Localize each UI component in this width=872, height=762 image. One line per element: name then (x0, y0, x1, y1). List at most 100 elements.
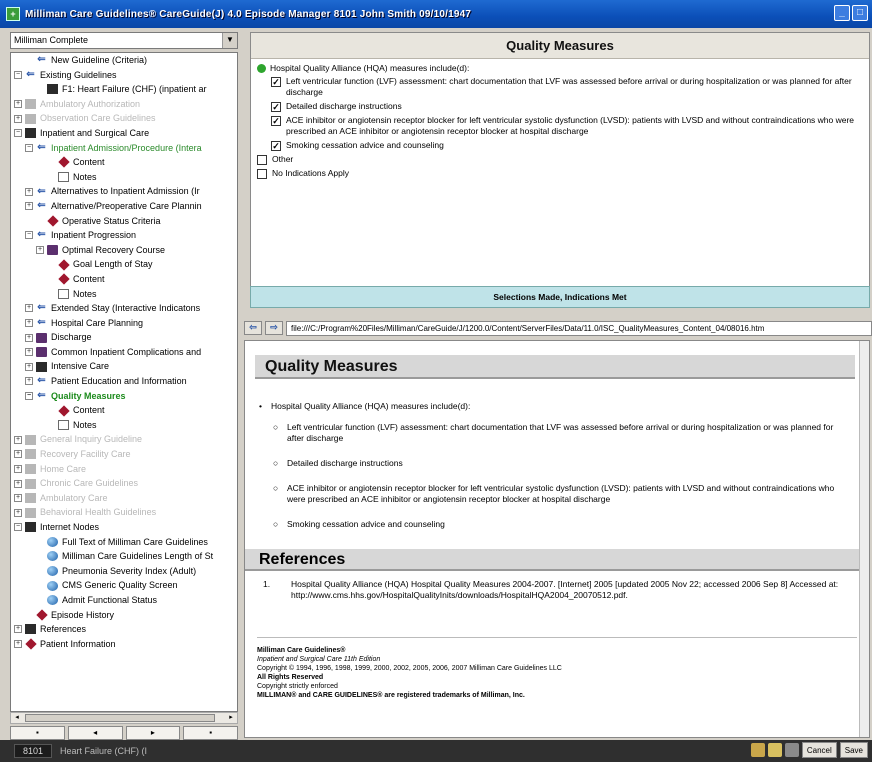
expand-icon[interactable]: + (14, 625, 22, 634)
tree-item-label: Inpatient and Surgical Care (40, 127, 150, 138)
collapse-icon[interactable]: − (25, 391, 33, 400)
tree-item[interactable]: − ⇐ Existing Guidelines (11, 68, 237, 83)
tree-item[interactable]: + Intensive Care (11, 359, 237, 374)
expand-icon[interactable]: + (25, 377, 33, 386)
forward-button[interactable]: ⇨ (265, 321, 283, 335)
expand-icon[interactable]: + (25, 202, 33, 211)
minimize-button[interactable]: _ (834, 5, 850, 21)
scroll-right-icon[interactable]: ▸ (225, 713, 237, 723)
tree-item[interactable]: Content (11, 155, 237, 170)
last-button[interactable]: ▪ (183, 726, 238, 740)
expand-icon[interactable]: + (25, 318, 33, 327)
bullet-icon: • (259, 401, 262, 411)
tree-item[interactable]: Admit Functional Status (11, 593, 237, 608)
previous-button[interactable]: ◂ (67, 726, 123, 740)
tree-item[interactable]: + Chronic Care Guidelines (11, 476, 237, 491)
tree-item[interactable]: Pneumonia Severity Index (Adult) (11, 564, 237, 579)
tree-item[interactable]: Content (11, 272, 237, 287)
cancel-button[interactable]: Cancel (801, 742, 837, 758)
tree-item[interactable]: Notes (11, 418, 237, 433)
tree-item[interactable]: + ⇐ Hospital Care Planning (11, 316, 237, 331)
tree-item[interactable]: + Ambulatory Care (11, 491, 237, 506)
checkbox[interactable]: ✓ (271, 77, 281, 87)
expand-icon[interactable]: + (25, 187, 33, 196)
expand-icon[interactable]: + (14, 464, 22, 473)
tree-item[interactable]: Full Text of Milliman Care Guidelines (11, 535, 237, 550)
tree-item[interactable]: + ⇐ Alternative/Preoperative Care Plannin (11, 199, 237, 214)
expand-icon[interactable]: + (25, 333, 33, 342)
tree-item[interactable]: Goal Length of Stay (11, 257, 237, 272)
other-checkbox[interactable] (257, 155, 267, 165)
scroll-thumb[interactable] (25, 714, 215, 722)
document-vertical-scrollbar[interactable] (859, 341, 869, 737)
tree-item[interactable]: Operative Status Criteria (11, 214, 237, 229)
tree-item[interactable]: + References (11, 622, 237, 637)
tree-item[interactable]: CMS Generic Quality Screen (11, 578, 237, 593)
tree-horizontal-scrollbar[interactable]: ◂ ▸ (10, 712, 238, 724)
tree-item[interactable]: + Home Care (11, 462, 237, 477)
expand-icon[interactable]: + (25, 304, 33, 313)
first-button[interactable]: ▪ (10, 726, 65, 740)
collapse-icon[interactable]: − (25, 143, 33, 152)
guideline-tree[interactable]: ⇐ New Guideline (Criteria) − ⇐ Existing Guid… (10, 52, 238, 712)
expand-icon[interactable]: + (25, 362, 33, 371)
tree-item[interactable]: + Behavioral Health Guidelines (11, 505, 237, 520)
met-indicator-icon[interactable] (257, 64, 266, 73)
checkbox[interactable]: ✓ (271, 141, 281, 151)
tree-item[interactable]: + Ambulatory Authorization (11, 97, 237, 112)
expand-icon[interactable]: + (14, 640, 22, 649)
expand-icon[interactable]: + (14, 100, 22, 109)
tree-item[interactable]: + ⇐ Patient Education and Information (11, 374, 237, 389)
collapse-icon[interactable]: − (25, 231, 33, 240)
expand-icon[interactable]: + (14, 494, 22, 503)
maximize-button[interactable]: □ (852, 5, 868, 21)
tree-item[interactable]: − Internet Nodes (11, 520, 237, 535)
tree-item[interactable]: + Common Inpatient Complications and (11, 345, 237, 360)
chevron-down-icon[interactable]: ▼ (222, 33, 237, 48)
save-button[interactable]: Save (839, 742, 868, 758)
scroll-left-icon[interactable]: ◂ (11, 713, 23, 723)
expand-icon[interactable]: + (14, 479, 22, 488)
checkbox[interactable]: ✓ (271, 116, 281, 126)
url-field[interactable]: file:///C:/Program%20Files/Milliman/Care… (286, 320, 872, 336)
tree-item[interactable]: − ⇐ Inpatient Admission/Procedure (Intera (11, 141, 237, 156)
next-button[interactable]: ▸ (125, 726, 181, 740)
tree-item[interactable]: + Optimal Recovery Course (11, 243, 237, 258)
tree-item[interactable]: Content (11, 403, 237, 418)
expand-icon[interactable]: + (14, 435, 22, 444)
lock-icon[interactable] (767, 743, 782, 757)
tree-item[interactable]: + Observation Care Guidelines (11, 111, 237, 126)
expand-icon[interactable]: + (25, 348, 33, 357)
tree-item[interactable]: + Discharge (11, 330, 237, 345)
arrow-icon: ⇐ (37, 229, 46, 241)
tree-item[interactable]: − ⇐ Quality Measures (11, 389, 237, 404)
tree-item[interactable]: + General Inquiry Guideline (11, 432, 237, 447)
collapse-icon[interactable]: − (14, 523, 22, 532)
expand-icon[interactable]: + (36, 246, 44, 255)
no-indications-checkbox[interactable] (257, 169, 267, 179)
expand-icon[interactable]: + (14, 508, 22, 517)
tree-item[interactable]: + ⇐ Extended Stay (Interactive Indicatons (11, 301, 237, 316)
tree-item[interactable]: + ⇐ Alternatives to Inpatient Admission (I… (11, 184, 237, 199)
tree-item[interactable]: − Inpatient and Surgical Care (11, 126, 237, 141)
tree-item[interactable]: Notes (11, 170, 237, 185)
tree-item[interactable]: + Recovery Facility Care (11, 447, 237, 462)
collapse-icon[interactable]: − (14, 129, 22, 138)
tree-item[interactable]: − ⇐ Inpatient Progression (11, 228, 237, 243)
tree-item[interactable]: + Patient Information (11, 637, 237, 652)
tree-item[interactable]: F1: Heart Failure (CHF) (inpatient ar (11, 82, 237, 97)
reference-text[interactable]: Hospital Quality Alliance (HQA) Hospital… (291, 579, 853, 601)
expand-icon[interactable]: + (14, 114, 22, 123)
tree-item[interactable]: Episode History (11, 608, 237, 623)
collapse-icon[interactable]: − (14, 70, 22, 79)
tree-item[interactable]: Notes (11, 287, 237, 302)
circle-bullet-icon: ○ (273, 458, 279, 468)
tree-item[interactable]: Milliman Care Guidelines Length of St (11, 549, 237, 564)
printer-icon[interactable] (784, 743, 799, 757)
print-icon[interactable] (750, 743, 765, 757)
checkbox[interactable]: ✓ (271, 102, 281, 112)
guideline-set-select[interactable]: Milliman Complete ▼ (10, 32, 238, 49)
expand-icon[interactable]: + (14, 450, 22, 459)
tree-item[interactable]: ⇐ New Guideline (Criteria) (11, 53, 237, 68)
back-button[interactable]: ⇦ (244, 321, 262, 335)
